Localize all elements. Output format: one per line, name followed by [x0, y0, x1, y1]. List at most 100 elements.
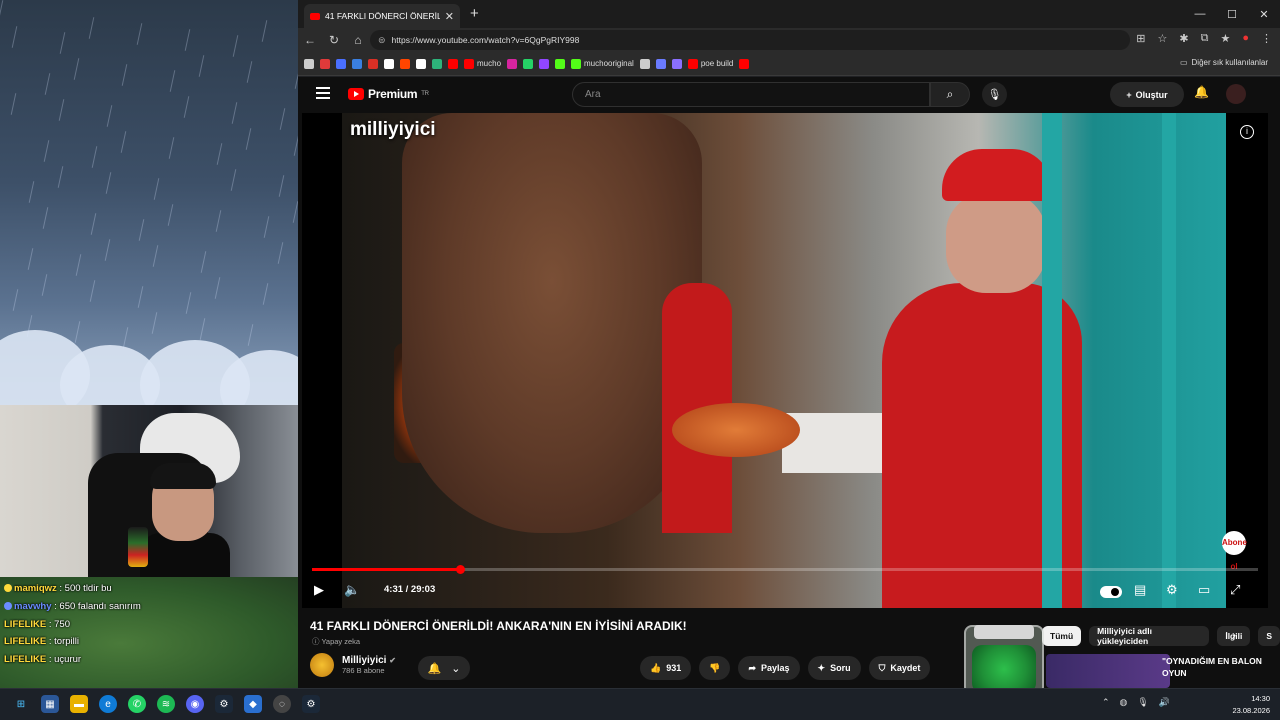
- notification-bell-button[interactable]: 🔔 ⌄: [418, 656, 470, 680]
- volume-icon[interactable]: 🔈: [344, 582, 360, 598]
- bookmark-item[interactable]: [416, 58, 426, 69]
- bookmark-icon: [555, 58, 566, 69]
- youtube-logo[interactable]: Premium TR: [348, 87, 429, 101]
- time-display: 4:31 / 29:03: [384, 584, 436, 595]
- close-tab-icon[interactable]: ✕: [445, 10, 454, 23]
- video-player[interactable]: milliyiyici i Abone ol ▶ 🔈 4:31 / 29:03 …: [302, 113, 1268, 608]
- bookmark-item[interactable]: [384, 58, 394, 69]
- chevron-right-icon[interactable]: ›: [1232, 628, 1236, 642]
- profile-icon[interactable]: ●: [1242, 32, 1249, 45]
- favorite-star-icon[interactable]: ☆: [1158, 32, 1168, 45]
- site-info-icon[interactable]: ⊜: [378, 35, 386, 46]
- bookmark-item[interactable]: [671, 58, 682, 69]
- home-icon[interactable]: ⌂: [346, 33, 370, 47]
- bookmark-item[interactable]: [400, 58, 410, 69]
- ask-button[interactable]: ✦ Soru: [807, 656, 861, 680]
- bookmark-item[interactable]: [539, 58, 550, 69]
- bookmark-item[interactable]: [336, 58, 346, 69]
- bookmark-icon: [687, 58, 698, 69]
- favorites-icon[interactable]: ★: [1220, 32, 1230, 45]
- bookmark-item[interactable]: [555, 58, 566, 69]
- volume-icon[interactable]: 🔊: [1159, 697, 1170, 708]
- url-field[interactable]: ⊜ https://www.youtube.com/watch?v=6QgPgR…: [370, 30, 1130, 50]
- app-icon[interactable]: ◌: [273, 695, 291, 713]
- scrubber-handle[interactable]: [455, 565, 465, 574]
- bookmark-item[interactable]: [368, 58, 378, 69]
- edge-icon[interactable]: e: [99, 695, 117, 713]
- new-tab-button[interactable]: +: [470, 5, 479, 22]
- extensions-icon[interactable]: ✱: [1179, 32, 1188, 45]
- app-available-icon[interactable]: ⊞: [1136, 32, 1145, 45]
- back-icon[interactable]: ←: [298, 33, 322, 47]
- play-icon[interactable]: ▶: [314, 582, 324, 598]
- share-button[interactable]: ➦ Paylaş: [738, 656, 800, 680]
- bookmark-icon: [320, 58, 330, 69]
- bookmark-item[interactable]: [304, 58, 314, 69]
- save-button[interactable]: ⛉ Kaydet: [868, 656, 931, 680]
- refresh-icon[interactable]: ↻: [322, 33, 346, 47]
- other-bookmarks[interactable]: ▭ Diğer sık kullanılanlar: [1180, 58, 1268, 67]
- chip-all[interactable]: Tümü: [1042, 626, 1082, 646]
- bookmark-item[interactable]: [448, 58, 458, 69]
- autoplay-toggle[interactable]: [1100, 586, 1122, 598]
- menu-icon[interactable]: [316, 87, 330, 99]
- close-button[interactable]: ✕: [1248, 0, 1280, 28]
- settings-icon[interactable]: ⚙: [1166, 582, 1178, 598]
- spotify-icon[interactable]: ≋: [157, 695, 175, 713]
- store-icon[interactable]: ▦: [41, 695, 59, 713]
- theater-mode-icon[interactable]: ▭: [1198, 582, 1210, 598]
- bookmark-item[interactable]: poe build: [687, 58, 733, 69]
- address-bar-row: ← ↻ ⌂ ⊜ https://www.youtube.com/watch?v=…: [298, 28, 1280, 52]
- chip-from-uploader[interactable]: Milliyiyici adlı yükleyiciden: [1089, 626, 1210, 646]
- file-explorer-icon[interactable]: ▬: [70, 695, 88, 713]
- more-options-icon[interactable]: ⋮: [1261, 32, 1272, 45]
- like-button[interactable]: 👍 931: [640, 656, 692, 680]
- progress-bar[interactable]: [312, 565, 1258, 574]
- discord-icon[interactable]: ◉: [186, 695, 204, 713]
- chef-cap: [942, 149, 1052, 201]
- bookmark-item[interactable]: [320, 58, 330, 69]
- dislike-button[interactable]: 👎: [699, 656, 731, 680]
- bookmark-item[interactable]: [432, 58, 442, 69]
- voice-search-button[interactable]: 🎙: [982, 82, 1007, 107]
- bookmark-item[interactable]: [507, 58, 518, 69]
- bookmark-item[interactable]: mucho: [464, 58, 501, 69]
- whatsapp-icon[interactable]: ✆: [128, 695, 146, 713]
- recommended-video-title[interactable]: "OYNADIĞIM EN BALON OYUN: [1162, 655, 1272, 679]
- steam-icon[interactable]: ⚙: [215, 695, 233, 713]
- recommended-video-thumbnail[interactable]: [1046, 654, 1170, 688]
- minimize-button[interactable]: —: [1184, 0, 1216, 28]
- channel-avatar[interactable]: [310, 653, 334, 677]
- chip-more[interactable]: S: [1258, 626, 1280, 646]
- channel-name[interactable]: Milliyiyici ✔: [342, 655, 396, 666]
- bookmark-item[interactable]: muchooriginal: [571, 58, 634, 69]
- clock[interactable]: 14:30 23.08.2026: [1232, 693, 1270, 717]
- channel-watermark: milliyiyici: [350, 119, 436, 140]
- chevron-up-icon[interactable]: ⌃: [1102, 697, 1110, 708]
- bookmark-item[interactable]: [352, 58, 362, 69]
- info-icon[interactable]: i: [1240, 125, 1254, 139]
- search-icon: ⌕: [946, 87, 954, 101]
- search-button[interactable]: ⌕: [930, 82, 970, 107]
- start-menu-icon[interactable]: ⊞: [12, 695, 30, 713]
- avatar[interactable]: [1226, 84, 1246, 104]
- create-button[interactable]: + Oluştur: [1110, 82, 1184, 107]
- steam-icon[interactable]: ⚙: [302, 695, 320, 713]
- maximize-button[interactable]: ☐: [1216, 0, 1248, 28]
- subtitles-icon[interactable]: ▤: [1134, 582, 1146, 598]
- network-icon[interactable]: ◍: [1119, 697, 1127, 708]
- bookmark-item[interactable]: [523, 58, 534, 69]
- bookmark-item[interactable]: [739, 58, 750, 69]
- taskbar: ⊞ ▦ ▬ e ✆ ≋ ◉ ⚙ ◆ ◌ ⚙ ⌃ ◍ 🎙 🔊 14:30 23.0…: [0, 688, 1280, 720]
- split-screen-icon[interactable]: ⧉: [1201, 32, 1209, 45]
- notifications-icon[interactable]: 🔔: [1194, 85, 1209, 99]
- subscribe-watermark[interactable]: Abone ol: [1222, 531, 1247, 571]
- bookmark-item[interactable]: [655, 58, 666, 69]
- title-bar: 41 FARKLI DÖNERCİ ÖNERİLDİ! AN ✕ + — ☐ ✕: [298, 0, 1280, 28]
- mic-icon[interactable]: 🎙: [1137, 697, 1148, 708]
- search-input[interactable]: Ara: [572, 82, 930, 107]
- bookmark-item[interactable]: [639, 58, 650, 69]
- fullscreen-icon[interactable]: ⤢: [1230, 582, 1240, 598]
- app-icon[interactable]: ◆: [244, 695, 262, 713]
- browser-tab[interactable]: 41 FARKLI DÖNERCİ ÖNERİLDİ! AN ✕: [304, 4, 460, 28]
